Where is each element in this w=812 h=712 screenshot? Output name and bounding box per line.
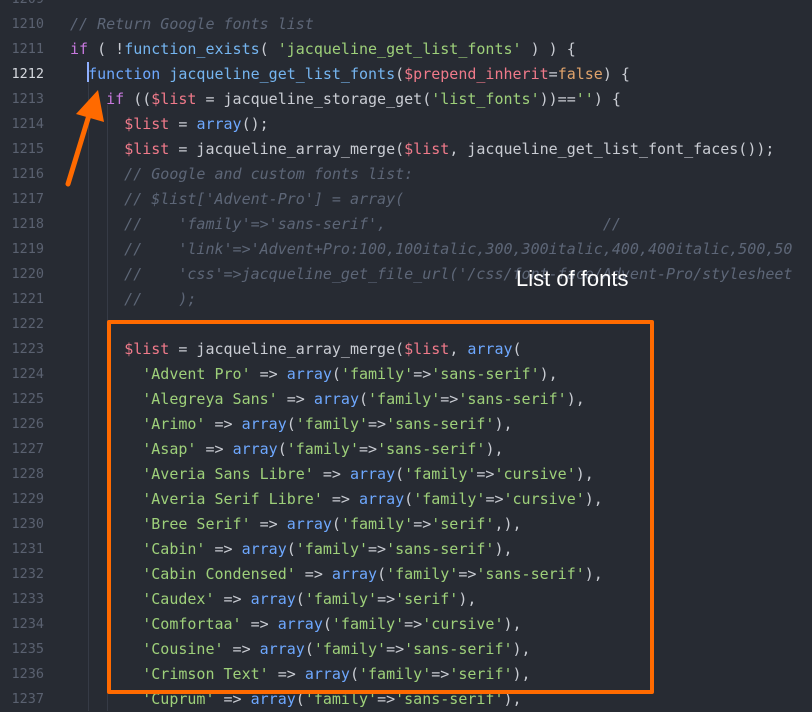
line-number: 1232 (11, 566, 44, 582)
line-number: 1236 (11, 666, 44, 682)
code-line[interactable]: 1220 // 'css'=>jacqueline_get_file_url('… (0, 262, 812, 287)
line-number: 1230 (11, 516, 44, 532)
code-token: ) { (593, 90, 621, 108)
code-token: ( ! (88, 40, 125, 58)
line-number: 1217 (11, 191, 44, 207)
line-number: 1209 (0, 0, 44, 12)
code-token: // ); (70, 290, 197, 308)
line-number: 1214 (11, 116, 44, 132)
code-token: array (196, 115, 242, 133)
highlight-box (107, 320, 654, 694)
code-token: = jacqueline_storage_get( (196, 90, 432, 108)
code-token: if (70, 40, 89, 58)
code-line[interactable]: 1221 // ); (0, 287, 812, 312)
code-token: = (169, 115, 197, 133)
line-number: 1218 (11, 216, 44, 232)
code-token: function_exists (124, 40, 260, 58)
code-line[interactable]: 1217 // $list['Advent-Pro'] = array( (0, 187, 812, 212)
code-token: jacqueline_get_list_fonts (169, 65, 396, 83)
code-token: = (548, 65, 558, 83)
code-token: (); (241, 115, 269, 133)
code-token: false (557, 65, 603, 83)
code-token: ) ) { (521, 40, 576, 58)
line-code: // $list['Advent-Pro'] = array( (70, 187, 404, 212)
code-token: // 'link'=>'Advent+Pro:100,100italic,300… (70, 240, 793, 258)
code-line[interactable]: 1219 // 'link'=>'Advent+Pro:100,100itali… (0, 237, 812, 262)
line-number: 1210 (11, 16, 44, 32)
code-token: '' (575, 90, 594, 108)
code-token: // Return Google fonts list (70, 15, 314, 33)
line-number: 1219 (11, 241, 44, 257)
code-line[interactable]: 1214 $list = array(); (0, 112, 812, 137)
line-number: 1237 (11, 691, 44, 707)
code-line[interactable]: 1216 // Google and custom fonts list: (0, 162, 812, 187)
code-line[interactable]: 1210 // Return Google fonts list (0, 12, 812, 37)
line-code: // 'family'=>'sans-serif', // (70, 212, 621, 237)
line-number: 1220 (11, 266, 44, 282)
line-number: 1216 (11, 166, 44, 182)
code-token: ( (259, 40, 278, 58)
arrow-icon (65, 90, 104, 187)
code-token: $list (404, 140, 450, 158)
line-number: 1225 (11, 391, 44, 407)
line-code: if (($list = jacqueline_storage_get('lis… (70, 87, 621, 112)
code-token: // 'family'=>'sans-serif', // (70, 215, 621, 233)
line-number: 1234 (11, 616, 44, 632)
code-line[interactable]: 1213 if (($list = jacqueline_storage_get… (0, 87, 812, 112)
code-token: 'list_fonts' (431, 90, 540, 108)
line-code: $list = jacqueline_array_merge($list, ja… (70, 137, 774, 162)
code-token: , jacqueline_get_list_font_faces()); (449, 140, 775, 158)
line-code: // 'css'=>jacqueline_get_file_url('/css/… (70, 262, 792, 287)
code-token: // $list['Advent-Pro'] = array( (70, 190, 405, 208)
line-number: 1212 (11, 66, 44, 82)
line-code: if ( !function_exists( 'jacqueline_get_l… (70, 37, 576, 62)
code-token: ( (395, 65, 405, 83)
code-line[interactable]: 1218 // 'family'=>'sans-serif', // (0, 212, 812, 237)
line-number: 1229 (11, 491, 44, 507)
code-token: = jacqueline_array_merge( (169, 140, 405, 158)
code-token: // 'css'=>jacqueline_get_file_url('/css/… (70, 265, 793, 283)
code-token: ) { (602, 65, 630, 83)
line-number: 1224 (11, 366, 44, 382)
line-number: 1223 (11, 341, 44, 357)
code-line[interactable]: 1215 $list = jacqueline_array_merge($lis… (0, 137, 812, 162)
code-token: ))== (539, 90, 576, 108)
line-number: 1213 (11, 91, 44, 107)
code-token: $list (151, 90, 197, 108)
line-number: 1215 (11, 141, 44, 157)
text-cursor (87, 62, 89, 82)
code-token: (( (124, 90, 152, 108)
line-number: 1235 (11, 641, 44, 657)
line-code: // ); (70, 287, 196, 312)
line-number: 1227 (11, 441, 44, 457)
line-code: // Google and custom fonts list: (70, 162, 413, 187)
line-number: 1226 (11, 416, 44, 432)
code-token: $list (124, 140, 170, 158)
line-number: 1221 (11, 291, 44, 307)
code-token: function (88, 65, 161, 83)
code-line[interactable]: 1211 if ( !function_exists( 'jacqueline_g… (0, 37, 812, 62)
line-code: // 'link'=>'Advent+Pro:100,100italic,300… (70, 237, 792, 262)
line-number: 1233 (11, 591, 44, 607)
line-number: 1231 (11, 541, 44, 557)
line-number: 1222 (11, 316, 44, 332)
line-number: 1211 (11, 41, 44, 57)
code-token: $list (124, 115, 170, 133)
code-token: // Google and custom fonts list: (70, 165, 414, 183)
annotation-label: List of fonts (516, 266, 629, 291)
code-line[interactable]: 1209 (0, 0, 812, 12)
code-token: $prepend_inherit (404, 65, 549, 83)
code-line[interactable]: 1212 function jacqueline_get_list_fonts(… (0, 62, 812, 87)
line-code: function jacqueline_get_list_fonts($prep… (70, 62, 630, 87)
code-token: 'jacqueline_get_list_fonts' (277, 40, 522, 58)
line-number: 1228 (11, 466, 44, 482)
line-code: // Return Google fonts list (70, 12, 314, 37)
